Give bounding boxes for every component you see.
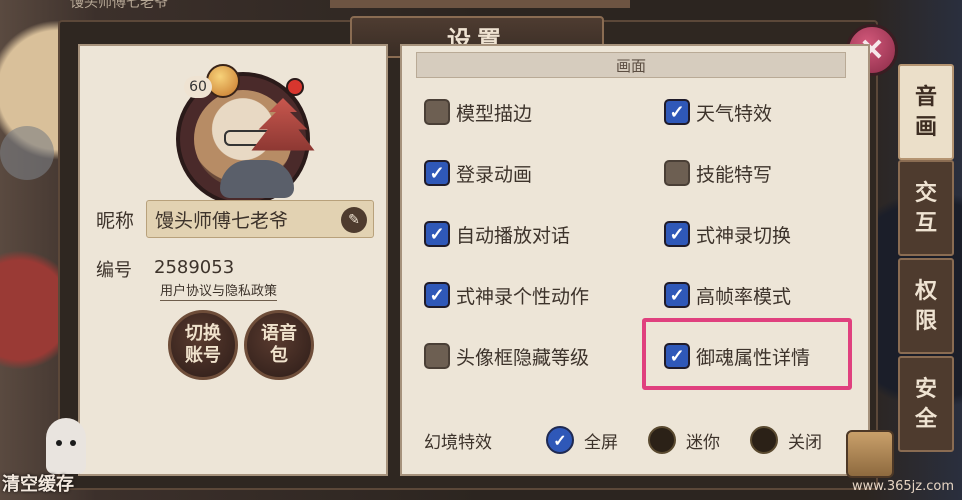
voice-pack-label: 语音包 [261,323,297,366]
option-item[interactable]: ✓ 天气特效 [664,95,772,129]
bag-icon[interactable] [846,430,894,478]
side-tab-label: 权限 [914,278,937,334]
env-choice-label: 关闭 [788,432,822,453]
spirit-mascot-icon [46,418,86,474]
id-label: 编号 [96,260,132,281]
notification-dot [286,78,304,96]
nickname-field[interactable]: 馒头师傅七老爷 ✎ [146,200,374,238]
checkbox-checked[interactable]: ✓ [664,221,690,247]
voice-pack-button[interactable]: 语音包 [244,310,314,380]
side-tab[interactable]: 权限 [898,258,954,354]
radio-unselected[interactable] [750,426,778,454]
option-label: 高帧率模式 [696,285,792,308]
checkbox-unchecked[interactable] [664,160,690,186]
option-item[interactable]: ✓ 式神录切换 [664,217,791,251]
option-item[interactable]: 头像框隐藏等级 [424,339,589,373]
switch-account-label: 切换账号 [185,323,221,366]
env-choice[interactable]: 关闭 [750,424,822,456]
pencil-icon[interactable]: ✎ [341,207,367,233]
option-item[interactable]: ✓ 自动播放对话 [424,217,570,251]
switch-account-button[interactable]: 切换账号 [168,310,238,380]
section-title: 画面 [416,52,846,78]
option-label: 式神录个性动作 [456,285,590,308]
level-badge: 60 [184,76,212,98]
env-choice-label: 全屏 [584,432,618,453]
option-item[interactable]: ✓ 登录动画 [424,156,532,190]
option-label: 自动播放对话 [456,224,571,247]
option-label: 模型描边 [456,102,533,125]
background-badge [0,126,54,180]
option-item[interactable]: ✓ 高帧率模式 [664,278,791,312]
policy-link[interactable]: 用户协议与隐私政策 [160,280,278,301]
option-item[interactable]: ✓ 式神录个性动作 [424,278,589,312]
option-item[interactable]: 技能特写 [664,156,772,190]
checkbox-checked[interactable]: ✓ [664,99,690,125]
orb-icon [206,64,240,98]
nickname-value: 馒头师傅七老爷 [155,209,289,232]
checkbox-checked[interactable]: ✓ [424,160,450,186]
env-choice[interactable]: ✓ 全屏 [546,424,618,456]
nickname-label: 昵称 [96,210,135,232]
checkbox-unchecked[interactable] [424,343,450,369]
side-tab[interactable]: 安全 [898,356,954,452]
option-label: 登录动画 [456,163,533,186]
env-effect-label: 幻境特效 [424,433,492,453]
spirit-eye [70,440,76,446]
checkbox-checked[interactable]: ✓ [424,221,450,247]
checkbox-unchecked[interactable] [424,99,450,125]
side-tab[interactable]: 交互 [898,160,954,256]
side-tab-label: 交互 [914,180,937,236]
env-choice-label: 迷你 [686,432,720,453]
avatar-suit [220,160,294,198]
watermark: www.365jz.com [852,479,954,494]
radio-selected[interactable]: ✓ [546,426,574,454]
highlight-box [642,318,852,390]
side-tab[interactable]: 音画 [898,64,954,160]
option-label: 技能特写 [696,163,773,186]
side-tab-label: 音画 [914,84,937,140]
checkbox-checked[interactable]: ✓ [424,282,450,308]
option-label: 式神录切换 [696,224,792,247]
top-decoration [330,0,630,8]
checkbox-checked[interactable]: ✓ [664,282,690,308]
side-tab-label: 安全 [914,376,937,432]
option-item[interactable]: 模型描边 [424,95,532,129]
clear-cache-button[interactable]: 清空缓存 [2,470,74,496]
env-choice[interactable]: 迷你 [648,424,720,456]
radio-unselected[interactable] [648,426,676,454]
option-label: 天气特效 [696,102,773,125]
top-fragment-text: 馒头师傅七老爷 [70,0,168,11]
profile-panel: 60 更换 昵称 馒头师傅七老爷 ✎ 编号 2589053 用户协议与隐私政策 … [78,44,388,476]
option-label: 头像框隐藏等级 [456,346,590,369]
spirit-eye [56,440,62,446]
id-value: 2589053 [154,257,235,278]
